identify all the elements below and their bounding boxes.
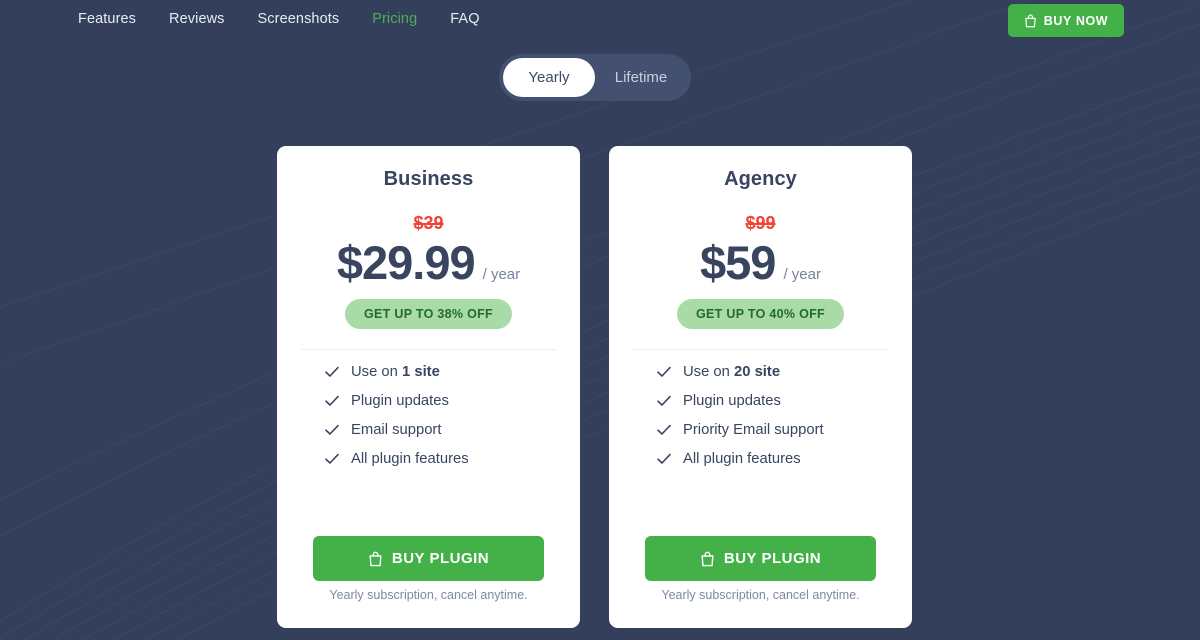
plan-fineprint: Yearly subscription, cancel anytime.	[329, 588, 528, 602]
check-icon	[657, 395, 671, 407]
shopping-bag-icon	[368, 551, 383, 567]
list-item: Email support	[325, 422, 556, 438]
pricing-card-agency: Agency $99 $59 / year GET UP TO 40% OFF …	[609, 146, 912, 628]
pricing-card-business: Business $39 $29.99 / year GET UP TO 38%…	[277, 146, 580, 628]
feature-text: Plugin updates	[351, 393, 449, 410]
buy-plugin-button[interactable]: BUY PLUGIN	[313, 536, 544, 581]
plan-discount-badge: GET UP TO 38% OFF	[345, 299, 512, 330]
feature-text: All plugin features	[351, 451, 469, 468]
buy-plugin-label: BUY PLUGIN	[391, 550, 490, 567]
plan-price: $59	[700, 236, 776, 289]
plan-price-row: $29.99 / year	[336, 236, 521, 289]
plan-feature-list: Use on 1 site Plugin updates Email suppo…	[301, 364, 556, 467]
pricing-cards: Business $39 $29.99 / year GET UP TO 38%…	[277, 146, 912, 628]
feature-text: Use on 1 site	[351, 364, 440, 381]
check-icon	[657, 453, 671, 465]
list-item: Priority Email support	[657, 422, 888, 438]
toggle-option-yearly[interactable]: Yearly	[503, 58, 595, 97]
plan-old-price: $39	[413, 213, 444, 233]
card-divider	[633, 349, 888, 351]
nav-item-faq[interactable]: FAQ	[450, 11, 479, 27]
shopping-bag-icon	[1024, 14, 1037, 28]
buy-plugin-label: BUY PLUGIN	[723, 550, 822, 567]
shopping-bag-icon	[700, 551, 715, 567]
check-icon	[657, 366, 671, 378]
check-icon	[325, 424, 339, 436]
list-item: Plugin updates	[325, 393, 556, 409]
billing-period-toggle[interactable]: Yearly Lifetime	[499, 54, 691, 101]
check-icon	[325, 453, 339, 465]
check-icon	[325, 395, 339, 407]
plan-discount-badge: GET UP TO 40% OFF	[677, 299, 844, 330]
plan-title: Agency	[724, 168, 797, 190]
check-icon	[325, 366, 339, 378]
plan-title: Business	[383, 168, 474, 190]
plan-fineprint: Yearly subscription, cancel anytime.	[661, 588, 860, 602]
feature-text: All plugin features	[683, 451, 801, 468]
plan-feature-list: Use on 20 site Plugin updates Priority E…	[633, 364, 888, 467]
top-navigation-bar: Features Reviews Screenshots Pricing FAQ…	[0, 0, 1200, 42]
buy-plugin-button[interactable]: BUY PLUGIN	[645, 536, 876, 581]
card-divider	[301, 349, 556, 351]
list-item: All plugin features	[325, 451, 556, 467]
buy-now-button[interactable]: BUY NOW	[1008, 4, 1124, 37]
feature-text: Email support	[351, 422, 442, 439]
feature-text: Plugin updates	[683, 393, 781, 410]
plan-price-row: $59 / year	[700, 236, 821, 289]
plan-price-period: / year	[783, 266, 821, 283]
plan-price: $29.99	[336, 236, 476, 289]
plan-price-period: / year	[482, 266, 521, 283]
feature-text: Priority Email support	[683, 422, 824, 439]
nav-item-reviews[interactable]: Reviews	[169, 11, 225, 27]
list-item: Use on 20 site	[657, 364, 888, 380]
list-item: Use on 1 site	[325, 364, 556, 380]
list-item: Plugin updates	[657, 393, 888, 409]
plan-old-price: $99	[745, 213, 776, 233]
nav-item-features[interactable]: Features	[78, 11, 136, 27]
nav-item-screenshots[interactable]: Screenshots	[258, 11, 340, 27]
list-item: All plugin features	[657, 451, 888, 467]
main-nav: Features Reviews Screenshots Pricing FAQ	[78, 11, 480, 27]
buy-now-label: BUY NOW	[1043, 13, 1109, 28]
toggle-option-lifetime[interactable]: Lifetime	[595, 58, 687, 97]
nav-item-pricing[interactable]: Pricing	[372, 11, 417, 27]
check-icon	[657, 424, 671, 436]
feature-text: Use on 20 site	[683, 364, 781, 381]
